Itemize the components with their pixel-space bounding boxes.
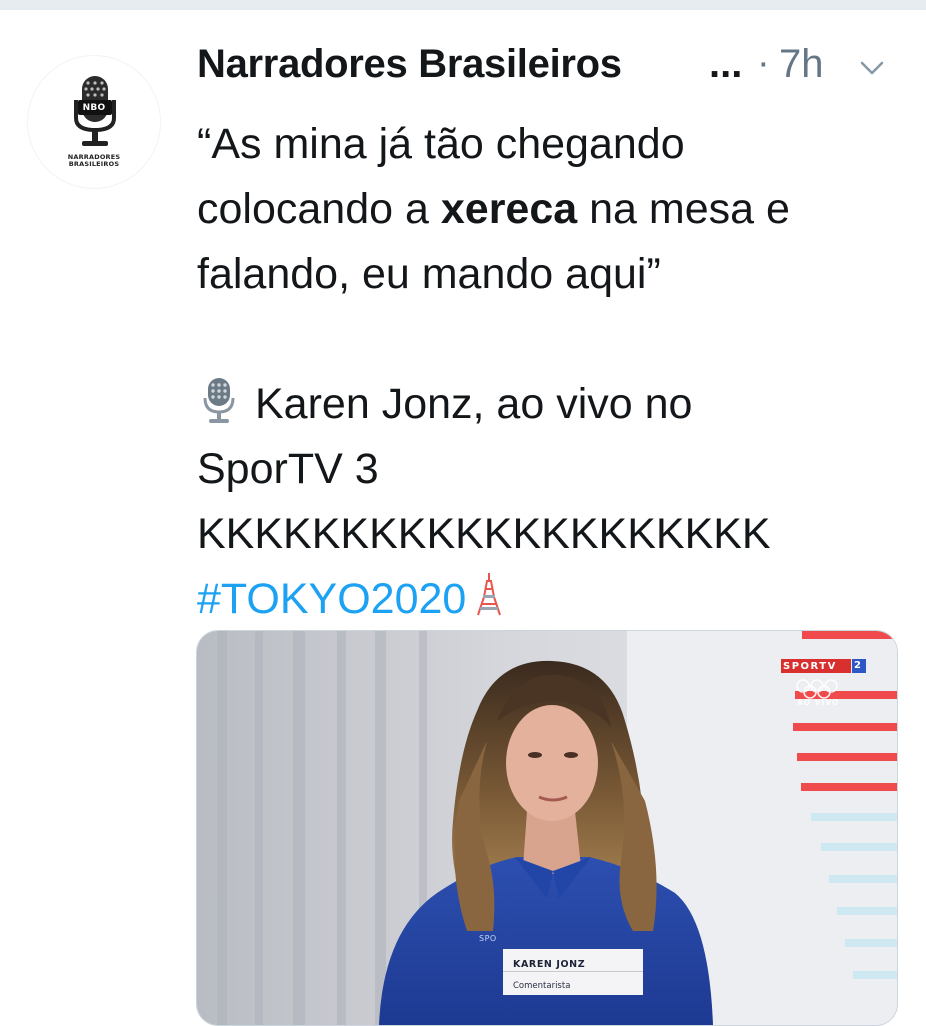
top-separator-bar <box>0 0 926 10</box>
tweet-card[interactable]: NBO NARRADORES BRASILEIROS Narradores Br… <box>0 10 926 1026</box>
tweet-text-line: falando, eu mando aqui” <box>197 250 661 298</box>
microphone-icon <box>197 376 241 426</box>
microphone-logo-icon <box>74 76 116 146</box>
tweet-text-line: #TOKYO2020 <box>197 567 897 632</box>
avatar-caption: NARRADORES BRASILEIROS <box>28 154 160 168</box>
tweet-timestamp[interactable]: 7h <box>779 42 824 87</box>
tweet-text-line: SporTV 3 <box>197 445 379 493</box>
tweet-text-line: KKKKKKKKKKKKKKKKKKKK <box>197 510 771 558</box>
tweet-text-segment: Karen Jonz, ao vivo no <box>255 380 693 428</box>
chevron-down-icon[interactable] <box>857 56 887 80</box>
channel-number: 2 <box>854 660 861 671</box>
lower-third-role: Comentarista <box>513 981 571 991</box>
avatar-caption-line2: BRASILEIROS <box>68 160 120 168</box>
tweet-text: “As mina já tão chegando colocando a xer… <box>197 112 897 632</box>
header-separator: · <box>757 42 770 84</box>
tweet-text-bold: xereca <box>440 185 578 233</box>
tweet-text-line: “As mina já tão chegando <box>197 120 685 168</box>
tweet-text-segment: colocando a <box>197 185 441 233</box>
channel-logo: SPORTV <box>783 661 837 672</box>
tokyo-tower-icon <box>474 571 504 617</box>
shirt-logo-text: SPO <box>479 934 497 943</box>
tweet-text-line: colocando a xereca na mesa e <box>197 177 897 242</box>
avatar-initials: NBO <box>82 103 106 113</box>
live-label: AO VIVO <box>797 698 840 707</box>
tweet-text-segment: na mesa e <box>577 185 790 233</box>
name-truncation: ... <box>709 42 743 86</box>
tweet-header: Narradores Brasileiros ... · 7h <box>197 42 897 102</box>
hashtag-link[interactable]: #TOKYO2020 <box>197 575 466 623</box>
tweet-media-image[interactable]: SPORTV 2 AO VIVO SPO KAREN JONZ Comentar… <box>196 630 898 1026</box>
author-name[interactable]: Narradores Brasileiros <box>197 42 622 87</box>
author-avatar[interactable]: NBO NARRADORES BRASILEIROS <box>28 56 160 188</box>
lower-third-name: KAREN JONZ <box>513 959 586 970</box>
tweet-text-line: Karen Jonz, ao vivo no <box>197 372 897 437</box>
